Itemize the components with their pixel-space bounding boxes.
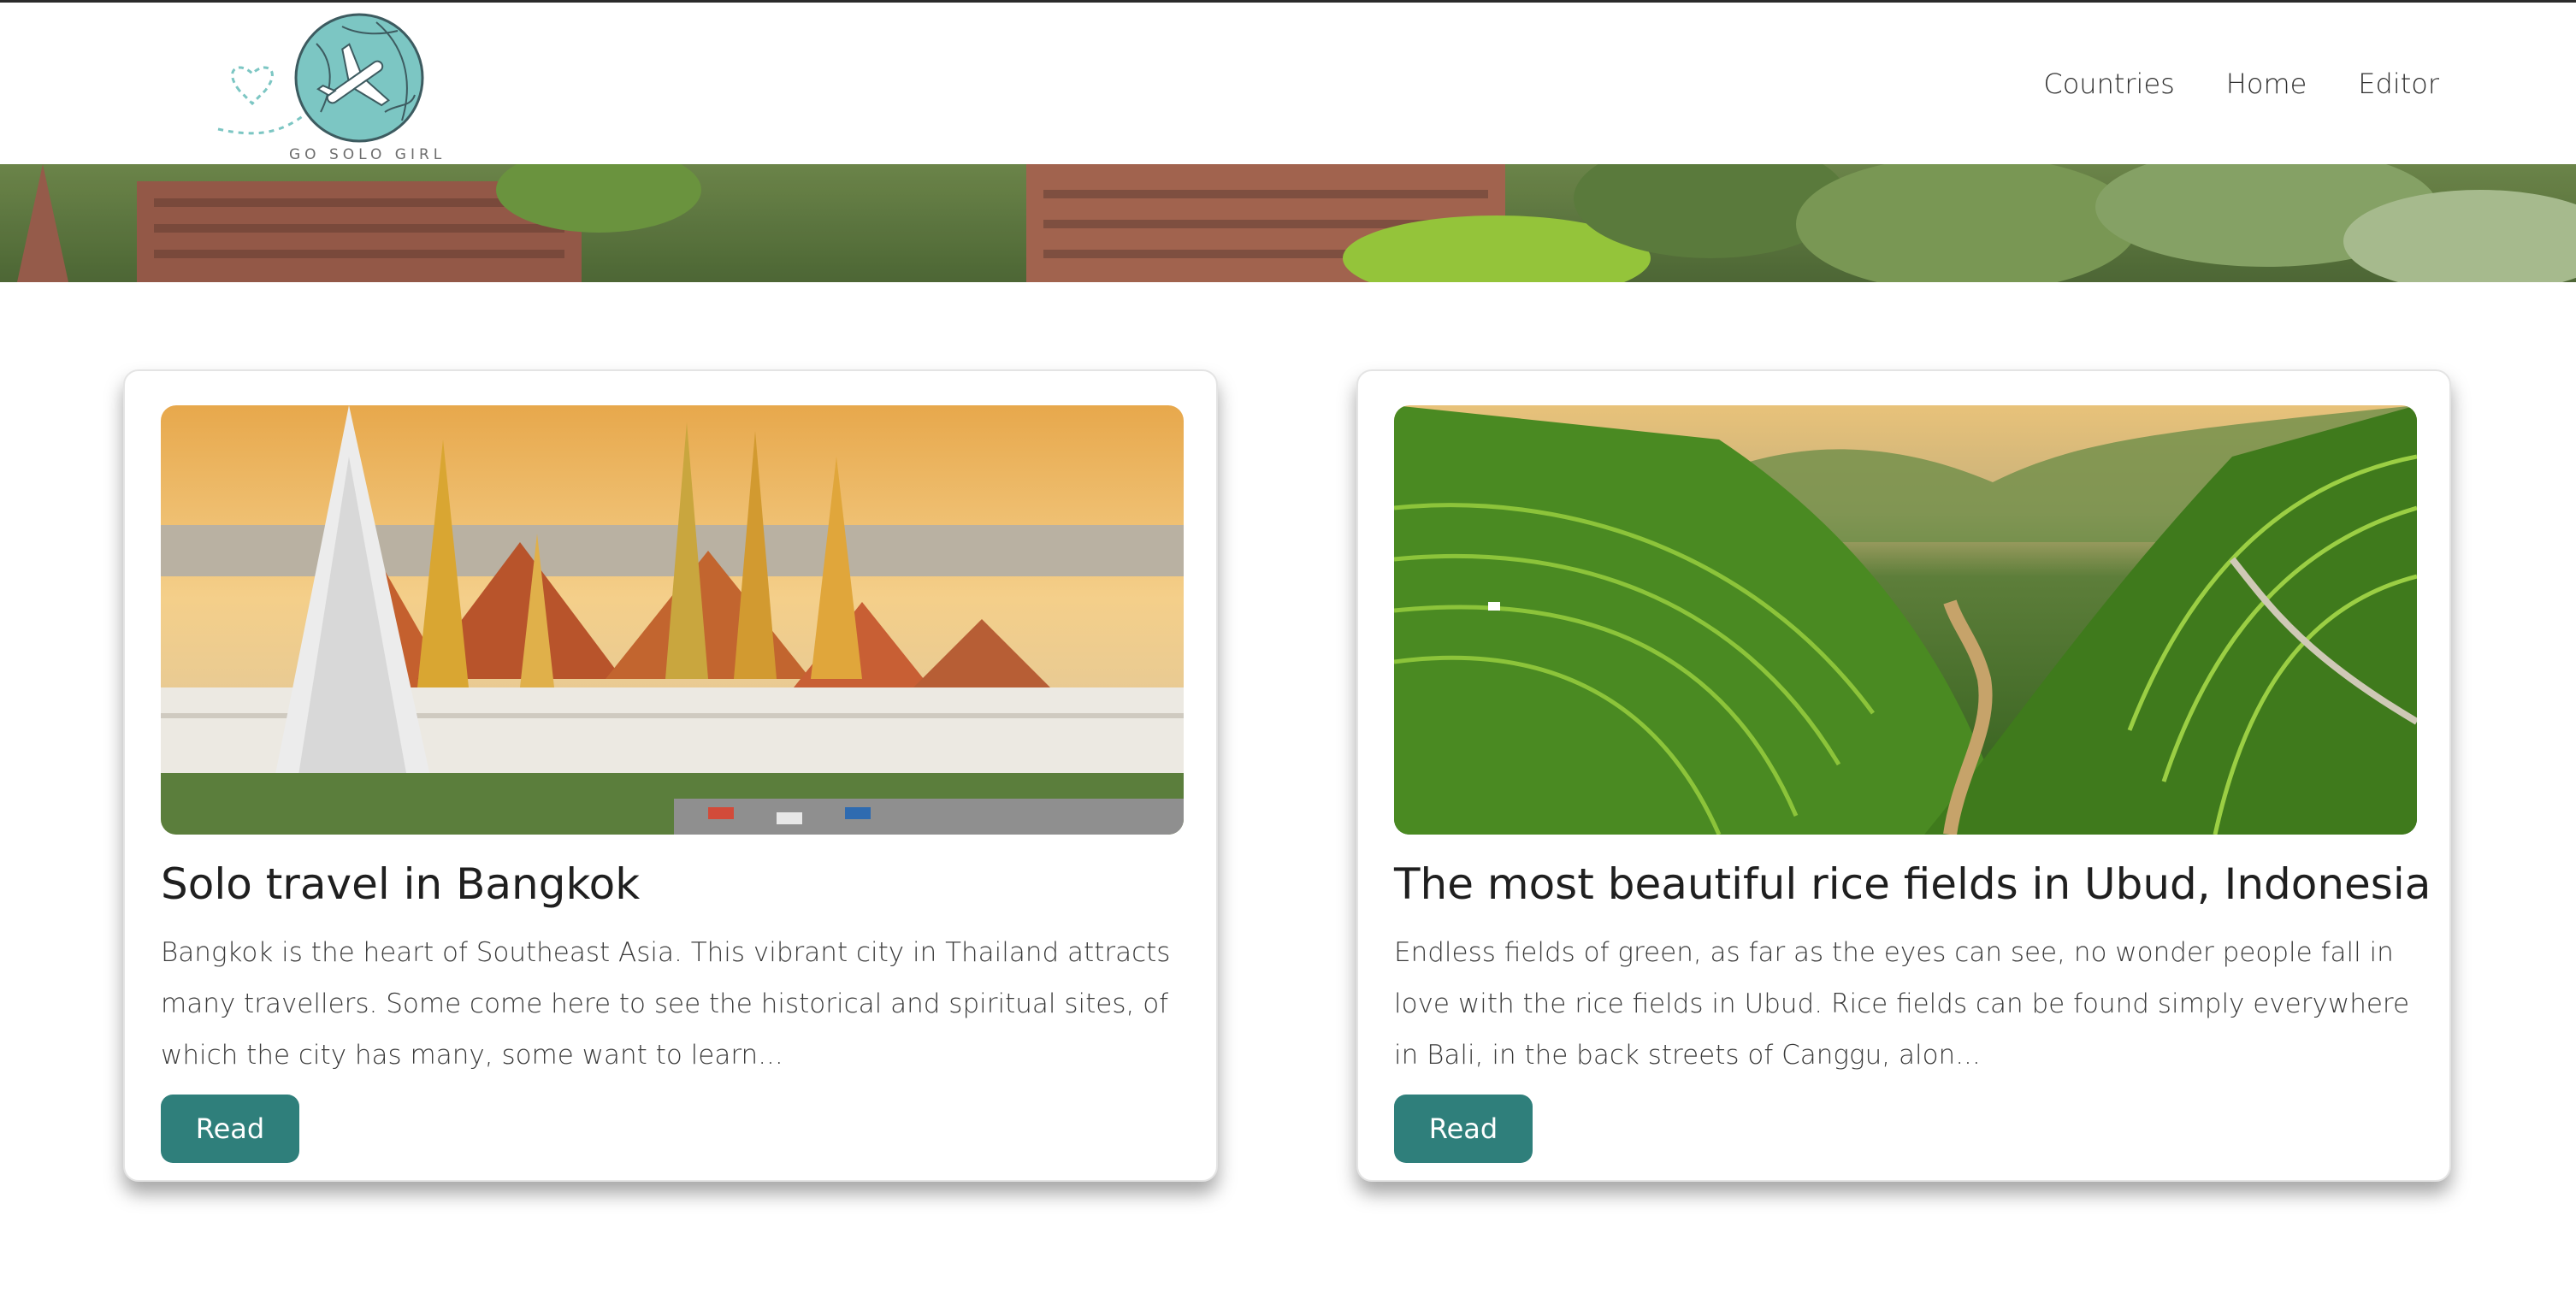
nav-editor[interactable]: Editor — [2358, 68, 2439, 100]
post-title[interactable]: The most beautiful rice fields in Ubud, … — [1394, 859, 2431, 910]
read-button[interactable]: Read — [1394, 1095, 1533, 1163]
main-nav: Countries Home Editor — [2043, 68, 2439, 100]
nav-countries[interactable]: Countries — [2043, 68, 2174, 100]
post-excerpt: Bangkok is the heart of Southeast Asia. … — [161, 937, 1171, 1071]
brand-name: GO SOLO GIRL — [289, 146, 446, 163]
read-button[interactable]: Read — [161, 1095, 299, 1163]
post-image-bangkok[interactable] — [161, 405, 1184, 835]
hero-banner-image — [0, 164, 2576, 282]
post-card-bangkok: Solo travel in Bangkok Bangkok is the he… — [123, 369, 1218, 1182]
post-excerpt: Endless fields of green, as far as the e… — [1394, 937, 2410, 1071]
site-header: GO SOLO GIRL Countries Home Editor — [0, 3, 2576, 164]
post-card-ubud: The most beautiful rice fields in Ubud, … — [1356, 369, 2451, 1182]
post-title[interactable]: Solo travel in Bangkok — [161, 859, 1187, 910]
nav-home[interactable]: Home — [2226, 68, 2307, 100]
post-image-ubud[interactable] — [1394, 405, 2417, 835]
